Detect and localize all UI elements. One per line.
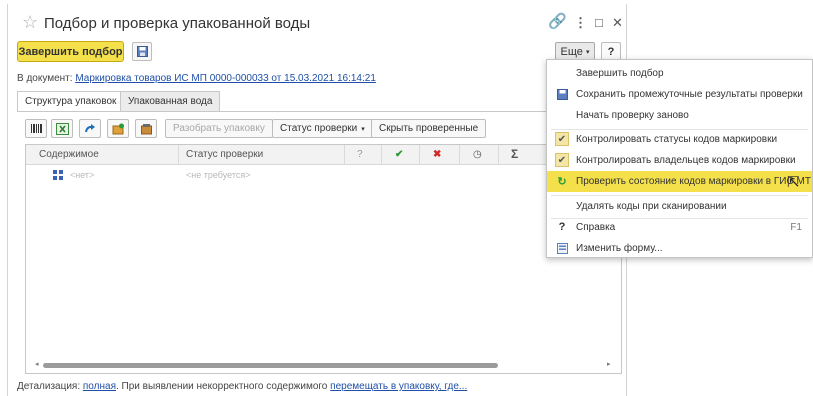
menu-item-help[interactable]: ? Справка F1 — [547, 217, 812, 238]
column-invalid-cross-icon[interactable]: ✖ — [433, 149, 441, 160]
barcode-icon — [30, 124, 42, 133]
column-separator — [344, 145, 345, 165]
menu-item-restart-check[interactable]: Начать проверку заново — [547, 105, 812, 126]
horizontal-scrollbar[interactable]: ◂ ▸ — [35, 360, 613, 370]
more-button-label: Еще — [560, 45, 583, 58]
help-icon: ? — [558, 221, 566, 233]
tab-divider — [17, 111, 622, 112]
tab-package-structure[interactable]: Структура упаковок — [17, 91, 125, 112]
move-button[interactable] — [79, 119, 101, 138]
spreadsheet-icon — [55, 122, 69, 135]
column-separator — [459, 145, 460, 165]
scroll-right-icon[interactable]: ▸ — [607, 360, 611, 368]
menu-item-label: Начать проверку заново — [576, 110, 689, 121]
menu-item-label: Удалять коды при сканировании — [576, 201, 727, 212]
unpack-button[interactable]: Разобрать упаковку — [165, 119, 273, 138]
maximize-icon[interactable]: □ — [595, 15, 603, 30]
row-content: <нет> — [70, 170, 95, 180]
footer-middle-text: . При выявлении некорректного содержимог… — [115, 381, 328, 392]
mouse-pointer-icon: ⇱ — [787, 174, 800, 191]
menu-item-label: Завершить подбор — [576, 68, 664, 79]
column-unknown[interactable]: ? — [357, 149, 363, 160]
hide-checked-button[interactable]: Скрыть проверенные — [371, 119, 487, 138]
menu-item-edit-form[interactable]: Изменить форму... — [547, 238, 812, 259]
document-link[interactable]: Маркировка товаров ИС МП 0000-000033 от … — [75, 73, 376, 84]
refresh-icon: ↻ — [557, 175, 567, 188]
hierarchy-icon — [52, 169, 64, 184]
package-grid: Содержимое Статус проверки ? ✔ ✖ ◷ Σ <не… — [25, 144, 622, 374]
menu-item-label: Контролировать статусы кодов маркировки — [576, 134, 778, 145]
box-icon — [140, 123, 152, 134]
document-prefix: В документ: — [17, 73, 73, 84]
column-separator — [178, 145, 179, 165]
save-icon — [555, 87, 569, 101]
table-row[interactable]: <нет> <не требуется> — [26, 166, 621, 185]
column-separator — [381, 145, 382, 165]
column-check-status[interactable]: Статус проверки — [186, 149, 263, 160]
column-content[interactable]: Содержимое — [39, 149, 99, 160]
menu-item-label: Справка — [576, 222, 616, 233]
package-icon — [112, 123, 124, 134]
column-pending-clock-icon[interactable]: ◷ — [473, 149, 482, 160]
column-separator — [419, 145, 420, 165]
menu-item-shortcut: F1 — [790, 222, 802, 233]
menu-item-finish[interactable]: Завершить подбор — [547, 63, 812, 84]
star-icon[interactable]: ☆ — [22, 13, 38, 31]
menu-item-label: Контролировать владельцев кодов маркиров… — [576, 155, 796, 166]
chevron-down-icon: ▾ — [585, 48, 590, 56]
detail-link[interactable]: полная — [83, 381, 116, 392]
more-dropdown-menu: Завершить подбор Сохранить промежуточные… — [546, 59, 813, 258]
finish-selection-button[interactable]: Завершить подбор — [17, 41, 124, 62]
close-icon[interactable]: ✕ — [612, 15, 623, 31]
column-valid-check-icon[interactable]: ✔ — [395, 149, 403, 160]
excel-load-button[interactable] — [51, 119, 73, 138]
menu-item-delete-on-scan[interactable]: Удалять коды при сканировании — [547, 196, 812, 217]
check-status-button[interactable]: Статус проверки ▾ — [272, 119, 373, 138]
menu-item-label: Проверить состояние кодов маркировки в Г… — [576, 176, 811, 187]
save-button[interactable] — [132, 42, 152, 61]
menu-item-check-gis-mt[interactable]: ↻ Проверить состояние кодов маркировки в… — [547, 171, 812, 192]
tab-packed-water[interactable]: Упакованная вода — [120, 91, 221, 111]
check-status-label: Статус проверки — [280, 123, 358, 134]
check-icon: ✔ — [555, 132, 569, 146]
menu-item-label: Изменить форму... — [576, 243, 663, 254]
form-icon — [555, 241, 569, 255]
window-title: Подбор и проверка упакованной воды — [44, 15, 311, 32]
link-icon[interactable]: 🔗 — [548, 12, 567, 30]
column-separator — [498, 145, 499, 165]
scrollbar-thumb[interactable] — [43, 363, 498, 368]
title-bar: ☆ Подбор и проверка упакованной воды 🔗 ⋮… — [8, 12, 628, 36]
move-action-link[interactable]: перемещать в упаковку, где... — [330, 381, 467, 392]
menu-item-control-statuses[interactable]: ✔ Контролировать статусы кодов маркировк… — [547, 129, 812, 150]
column-sum-icon[interactable]: Σ — [511, 147, 518, 161]
grid-header: Содержимое Статус проверки ? ✔ ✖ ◷ Σ — [26, 145, 621, 165]
barcode-scan-button[interactable] — [25, 119, 47, 138]
chevron-down-icon: ▾ — [361, 125, 365, 133]
detail-prefix: Детализация: — [17, 381, 81, 392]
footer-details: Детализация: полная. При выявлении некор… — [17, 381, 467, 392]
package-open-button[interactable] — [135, 119, 157, 138]
scroll-left-icon[interactable]: ◂ — [35, 360, 39, 368]
check-icon: ✔ — [555, 153, 569, 167]
menu-item-save-intermediate[interactable]: Сохранить промежуточные результаты прове… — [547, 84, 812, 105]
arrow-redo-icon — [85, 123, 95, 132]
document-reference: В документ: Маркировка товаров ИС МП 000… — [17, 73, 376, 84]
menu-item-control-owners[interactable]: ✔ Контролировать владельцев кодов маркир… — [547, 150, 812, 171]
menu-item-label: Сохранить промежуточные результаты прове… — [576, 89, 803, 100]
more-vertical-icon[interactable]: ⋮ — [574, 15, 587, 31]
row-status: <не требуется> — [186, 170, 251, 180]
main-window: ☆ Подбор и проверка упакованной воды 🔗 ⋮… — [7, 4, 627, 396]
save-icon — [136, 46, 148, 57]
package-add-button[interactable] — [107, 119, 129, 138]
